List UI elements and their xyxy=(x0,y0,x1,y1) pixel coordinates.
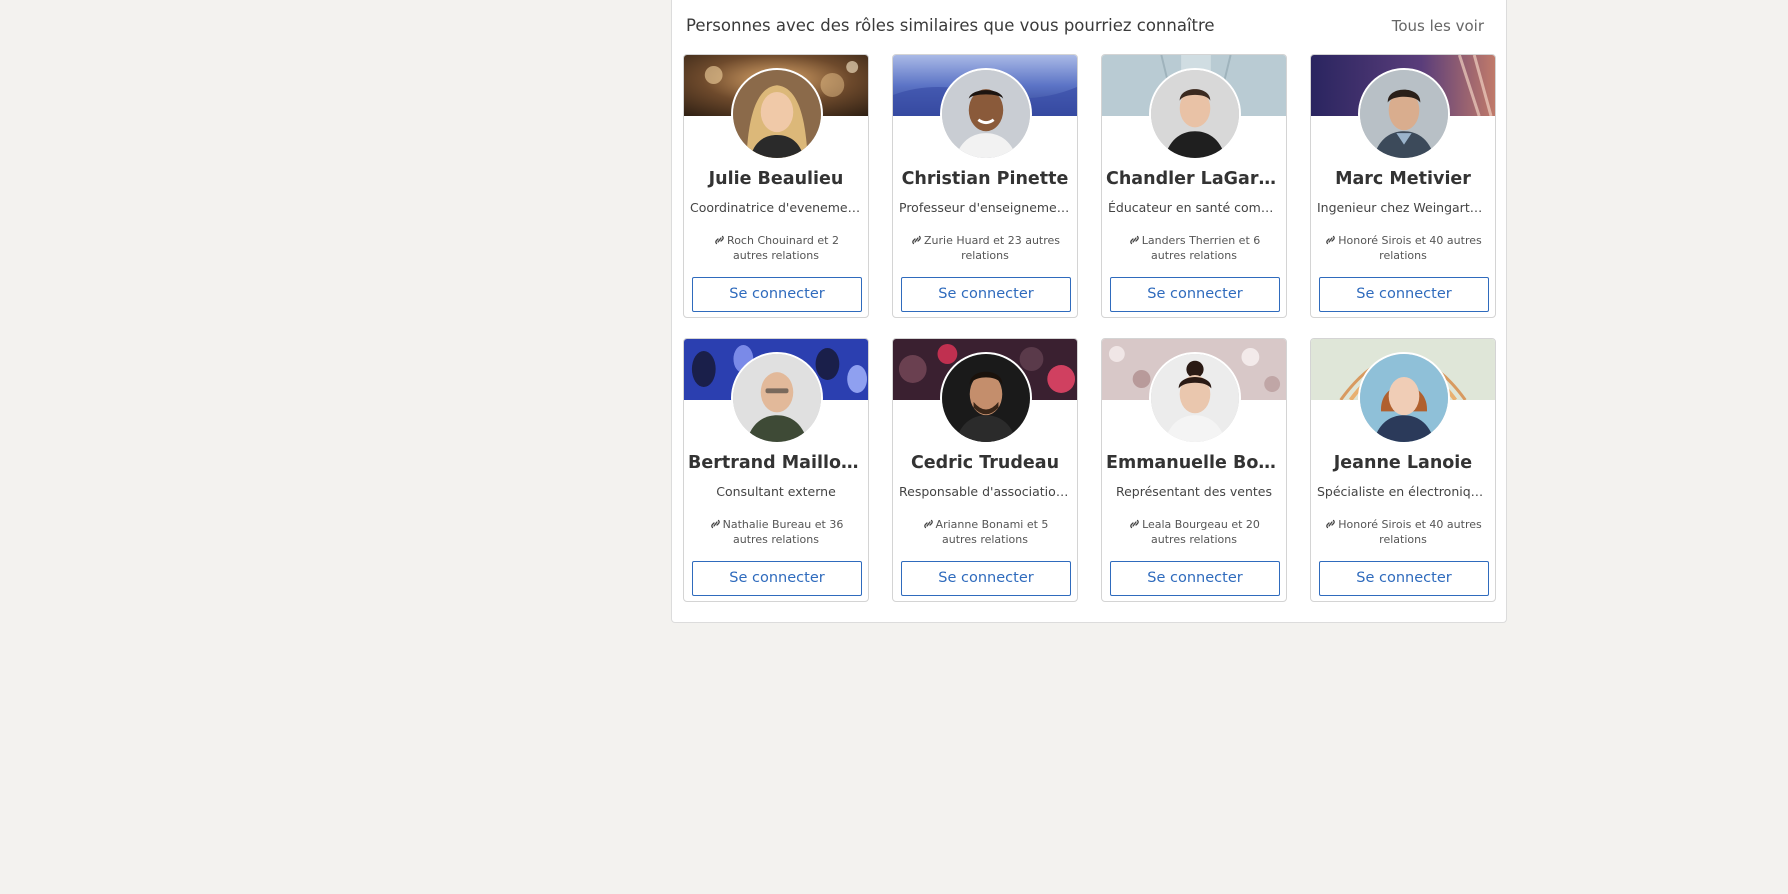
person-name[interactable]: Julie Beaulieu xyxy=(688,169,864,189)
connect-button[interactable]: Se connecter xyxy=(1110,277,1280,312)
person-role: Éducateur en santé commu... xyxy=(1108,200,1280,215)
link-icon xyxy=(710,519,720,529)
avatar[interactable] xyxy=(1358,68,1450,160)
person-card[interactable]: Chandler LaGarde Éducateur en santé comm… xyxy=(1101,54,1287,318)
person-card[interactable]: Julie Beaulieu Coordinatrice d'evenement… xyxy=(683,54,869,318)
link-icon xyxy=(1326,519,1336,529)
mutual-connections: Honoré Sirois et 40 autres relations xyxy=(1321,517,1485,547)
connect-button[interactable]: Se connecter xyxy=(901,277,1071,312)
link-icon xyxy=(923,519,933,529)
panel-title: Personnes avec des rôles similaires que … xyxy=(686,16,1215,35)
see-all-link[interactable]: Tous les voir xyxy=(1392,17,1484,35)
person-role: Ingenieur chez Weingarten's xyxy=(1317,200,1489,215)
mutual-text: Honoré Sirois et 40 autres relations xyxy=(1338,518,1482,546)
mutual-text: Leala Bourgeau et 20 autres relations xyxy=(1142,518,1260,546)
person-card[interactable]: Jeanne Lanoie Spécialiste en électroniqu… xyxy=(1310,338,1496,602)
people-grid: Julie Beaulieu Coordinatrice d'evenement… xyxy=(683,54,1499,602)
person-name[interactable]: Chandler LaGarde xyxy=(1106,169,1282,189)
panel-header: Personnes avec des rôles similaires que … xyxy=(686,16,1492,40)
mutual-connections: Zurie Huard et 23 autres relations xyxy=(903,233,1067,263)
mutual-connections: Leala Bourgeau et 20 autres relations xyxy=(1112,517,1276,547)
mutual-text: Roch Chouinard et 2 autres relations xyxy=(727,234,839,262)
person-card[interactable]: Bertrand Mailloux Consultant externe Nat… xyxy=(683,338,869,602)
person-name[interactable]: Marc Metivier xyxy=(1315,169,1491,189)
people-suggestions-panel: Personnes avec des rôles similaires que … xyxy=(671,0,1507,623)
link-icon xyxy=(912,235,921,245)
person-role: Coordinatrice d'evenement... xyxy=(690,200,862,215)
avatar[interactable] xyxy=(1358,352,1450,444)
mutual-connections: Honoré Sirois et 40 autres relations xyxy=(1321,233,1485,263)
mutual-text: Zurie Huard et 23 autres relations xyxy=(923,234,1061,262)
link-icon xyxy=(1130,519,1139,529)
person-name[interactable]: Bertrand Mailloux xyxy=(688,453,864,473)
mutual-text: Nathalie Bureau et 36 autres relations xyxy=(722,518,844,546)
mutual-connections: Roch Chouinard et 2 autres relations xyxy=(694,233,858,263)
person-role: Professeur d'enseignement... xyxy=(899,200,1071,215)
mutual-connections: Landers Therrien et 6 autres relations xyxy=(1112,233,1276,263)
mutual-text: Landers Therrien et 6 autres relations xyxy=(1141,234,1261,262)
link-icon xyxy=(715,235,724,245)
connect-button[interactable]: Se connecter xyxy=(692,277,862,312)
person-name[interactable]: Cedric Trudeau xyxy=(897,453,1073,473)
connect-button[interactable]: Se connecter xyxy=(1319,277,1489,312)
person-role: Spécialiste en électronique ... xyxy=(1317,484,1489,499)
person-role: Responsable d'association ... xyxy=(899,484,1071,499)
mutual-connections: Arianne Bonami et 5 autres relations xyxy=(903,517,1067,547)
mutual-connections: Nathalie Bureau et 36 autres relations xyxy=(694,517,858,547)
avatar[interactable] xyxy=(731,68,823,160)
connect-button[interactable]: Se connecter xyxy=(901,561,1071,596)
person-card[interactable]: Marc Metivier Ingenieur chez Weingarten'… xyxy=(1310,54,1496,318)
person-card[interactable]: Christian Pinette Professeur d'enseignem… xyxy=(892,54,1078,318)
avatar[interactable] xyxy=(940,68,1032,160)
person-name[interactable]: Christian Pinette xyxy=(897,169,1073,189)
avatar[interactable] xyxy=(731,352,823,444)
connect-button[interactable]: Se connecter xyxy=(1110,561,1280,596)
connect-button[interactable]: Se connecter xyxy=(692,561,862,596)
person-name[interactable]: Emmanuelle Bons... xyxy=(1106,453,1282,473)
link-icon xyxy=(1129,235,1139,245)
person-role: Consultant externe xyxy=(716,484,836,499)
person-name[interactable]: Jeanne Lanoie xyxy=(1315,453,1491,473)
person-card[interactable]: Cedric Trudeau Responsable d'association… xyxy=(892,338,1078,602)
person-role: Représentant des ventes xyxy=(1115,484,1272,499)
mutual-text: Arianne Bonami et 5 autres relations xyxy=(935,518,1049,546)
avatar[interactable] xyxy=(1149,68,1241,160)
connect-button[interactable]: Se connecter xyxy=(1319,561,1489,596)
link-icon xyxy=(1326,235,1336,245)
person-card[interactable]: Emmanuelle Bons... Représentant des vent… xyxy=(1101,338,1287,602)
mutual-text: Honoré Sirois et 40 autres relations xyxy=(1338,234,1482,262)
avatar[interactable] xyxy=(940,352,1032,444)
avatar[interactable] xyxy=(1149,352,1241,444)
